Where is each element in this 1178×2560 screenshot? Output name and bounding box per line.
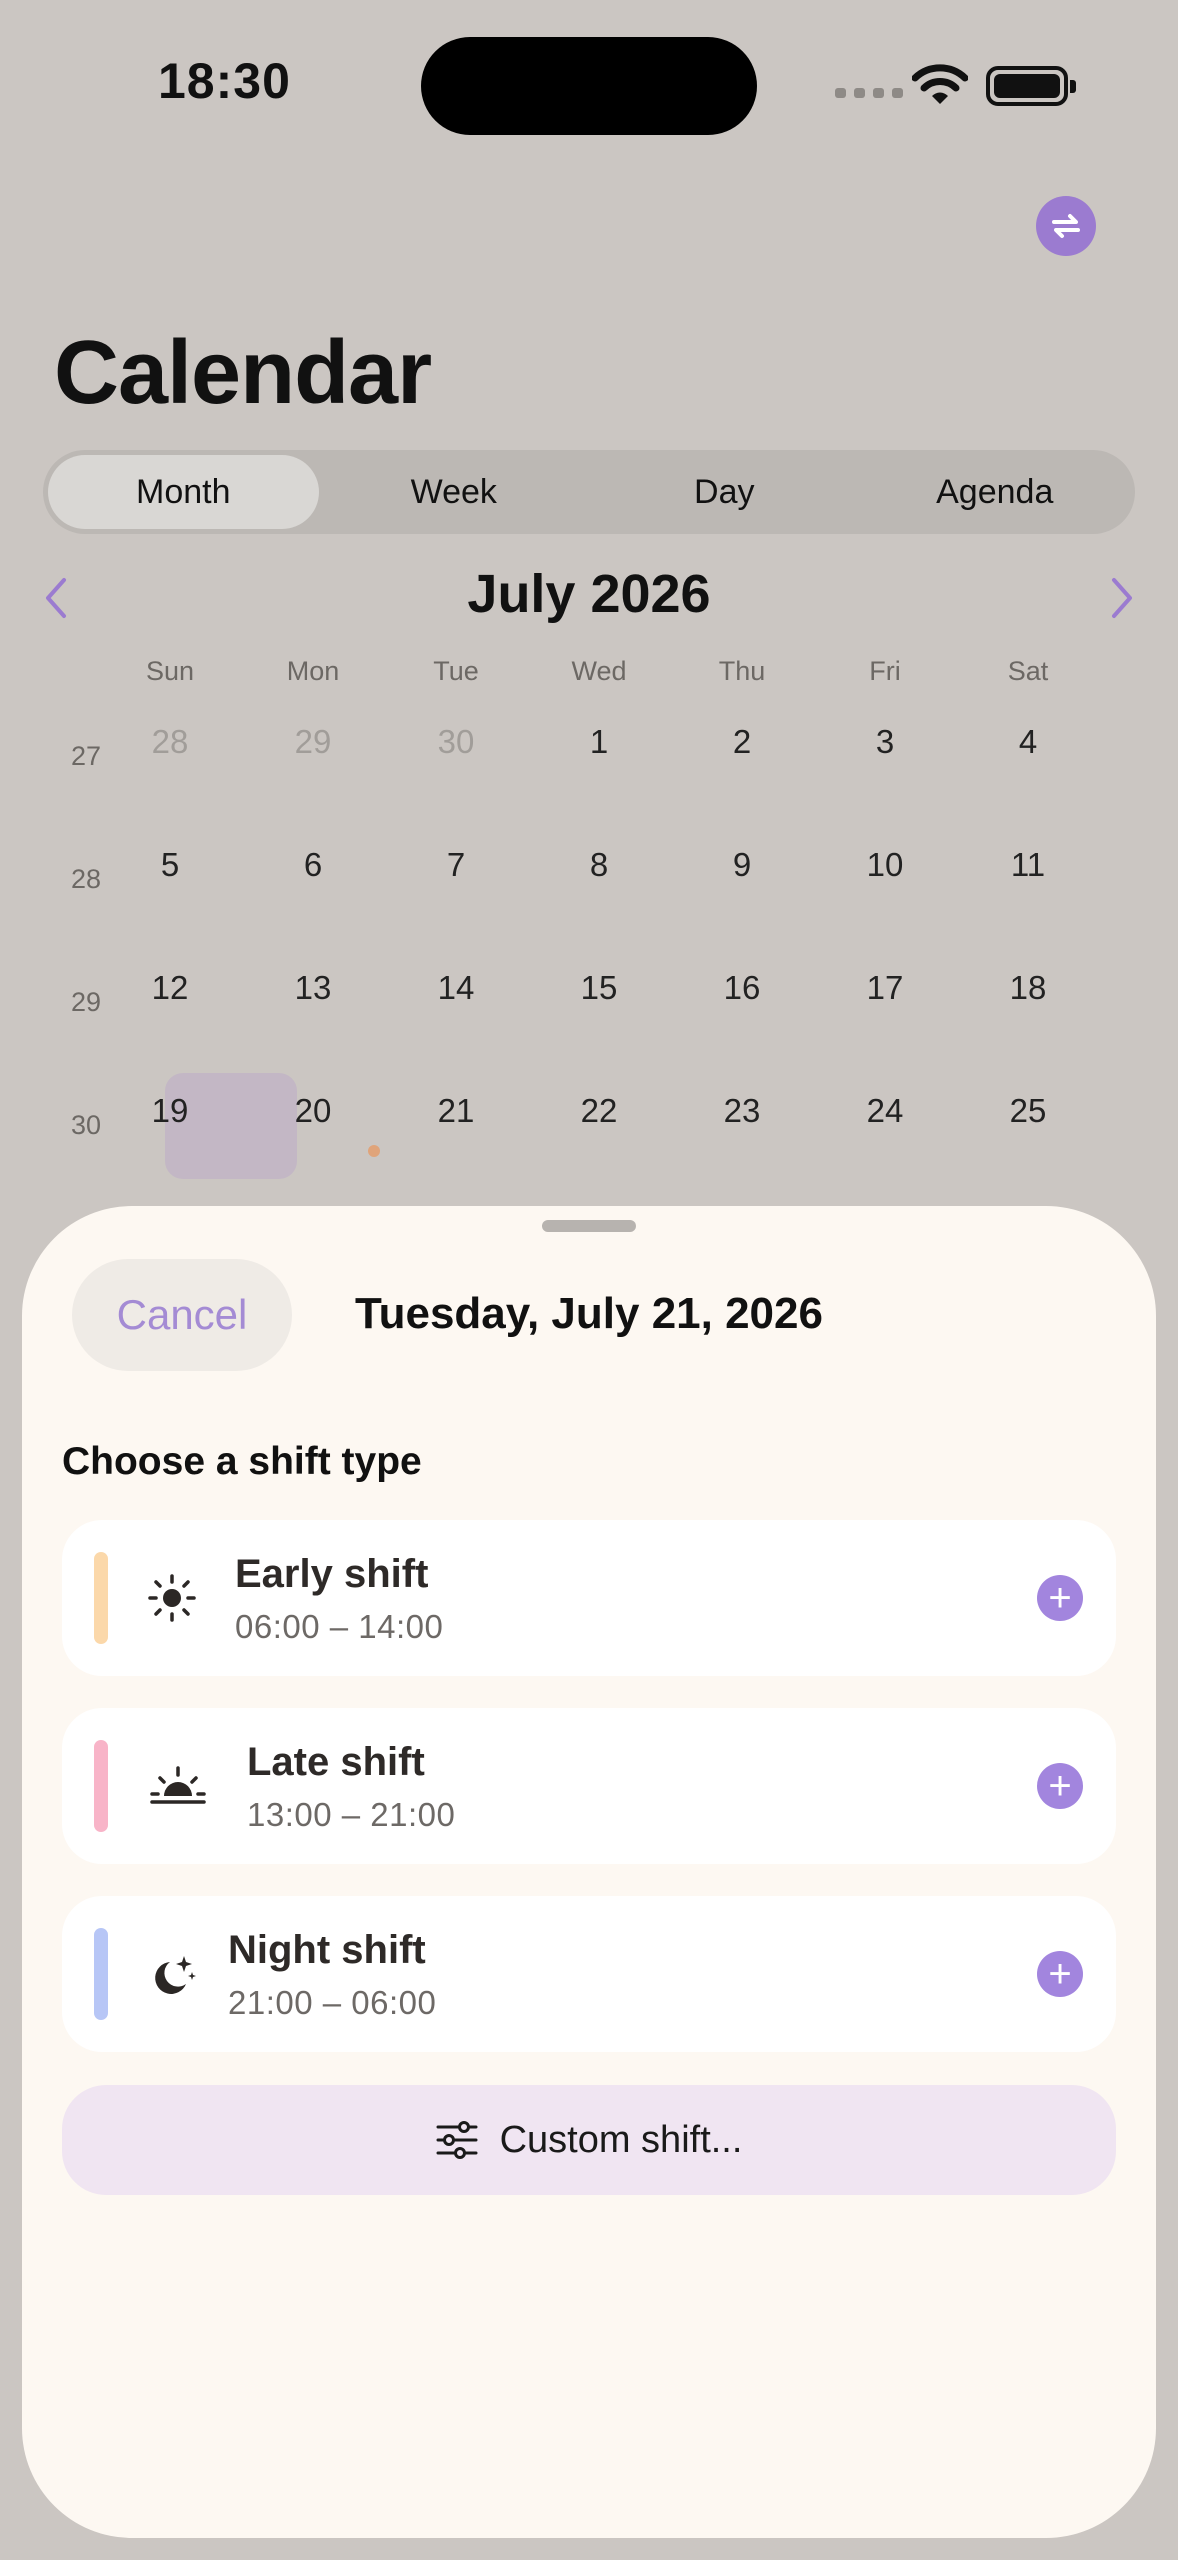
add-early-shift-button[interactable]: + bbox=[1037, 1575, 1083, 1621]
calendar-day[interactable]: 7 bbox=[396, 846, 516, 884]
calendar-day[interactable]: 3 bbox=[825, 723, 945, 761]
calendar-day[interactable]: 28 bbox=[110, 723, 230, 761]
tab-month[interactable]: Month bbox=[48, 455, 319, 529]
shift-card-night[interactable]: Night shift 21:00 – 06:00 + bbox=[62, 1896, 1116, 2052]
calendar-day[interactable]: 15 bbox=[539, 969, 659, 1007]
calendar-day[interactable]: 6 bbox=[253, 846, 373, 884]
calendar-day[interactable]: 17 bbox=[825, 969, 945, 1007]
weekday-header: Fri bbox=[869, 656, 901, 686]
tab-day[interactable]: Day bbox=[589, 455, 860, 529]
shift-color-bar bbox=[94, 1928, 108, 2020]
plus-icon: + bbox=[1048, 1576, 1072, 1620]
shift-time: 21:00 – 06:00 bbox=[228, 1984, 437, 2021]
sliders-icon bbox=[436, 2121, 478, 2159]
calendar-day[interactable]: 2 bbox=[682, 723, 802, 761]
shift-name: Night shift bbox=[228, 1928, 426, 1972]
weekday-header: Sat bbox=[1007, 656, 1049, 686]
weekday-header: Wed bbox=[571, 656, 627, 686]
add-late-shift-button[interactable]: + bbox=[1037, 1763, 1083, 1809]
shift-time: 13:00 – 21:00 bbox=[247, 1796, 456, 1833]
tab-week[interactable]: Week bbox=[319, 455, 590, 529]
sheet-grabber[interactable] bbox=[542, 1220, 636, 1232]
calendar-day[interactable]: 22 bbox=[539, 1092, 659, 1130]
event-dot bbox=[368, 1145, 380, 1157]
shift-color-bar bbox=[94, 1740, 108, 1832]
calendar-day[interactable]: 21 bbox=[396, 1092, 516, 1130]
wifi-icon bbox=[912, 64, 968, 104]
shift-color-bar bbox=[94, 1552, 108, 1644]
calendar-day[interactable]: 25 bbox=[968, 1092, 1088, 1130]
calendar-day[interactable]: 4 bbox=[968, 723, 1088, 761]
cancel-button[interactable]: Cancel bbox=[72, 1259, 292, 1371]
weekday-header: Tue bbox=[433, 656, 479, 686]
calendar-day[interactable]: 11 bbox=[968, 846, 1088, 884]
sunset-icon bbox=[148, 1756, 208, 1816]
calendar-day[interactable]: 23 bbox=[682, 1092, 802, 1130]
shift-name: Late shift bbox=[247, 1740, 425, 1784]
shift-name: Early shift bbox=[235, 1552, 429, 1596]
next-month-icon[interactable] bbox=[1104, 574, 1140, 622]
sync-button[interactable] bbox=[1036, 196, 1096, 256]
shift-time: 06:00 – 14:00 bbox=[235, 1608, 444, 1645]
moon-stars-icon bbox=[142, 1946, 202, 2006]
calendar-day[interactable]: 5 bbox=[110, 846, 230, 884]
calendar-day[interactable]: 24 bbox=[825, 1092, 945, 1130]
plus-icon: + bbox=[1048, 1952, 1072, 1996]
calendar-day[interactable]: 14 bbox=[396, 969, 516, 1007]
custom-shift-button[interactable]: Custom shift... bbox=[62, 2085, 1116, 2195]
add-night-shift-button[interactable]: + bbox=[1037, 1951, 1083, 1997]
shift-picker-sheet bbox=[22, 1206, 1156, 2538]
view-segmented-control: Month Week Day Agenda bbox=[43, 450, 1135, 534]
calendar-day[interactable]: 8 bbox=[539, 846, 659, 884]
calendar-day[interactable]: 16 bbox=[682, 969, 802, 1007]
calendar-day[interactable]: 12 bbox=[110, 969, 230, 1007]
sync-icon bbox=[1052, 214, 1080, 238]
weekday-header: Mon bbox=[286, 656, 340, 686]
calendar-day[interactable]: 9 bbox=[682, 846, 802, 884]
battery-icon bbox=[986, 66, 1076, 106]
calendar-day[interactable]: 30 bbox=[396, 723, 516, 761]
shift-card-early[interactable]: Early shift 06:00 – 14:00 + bbox=[62, 1520, 1116, 1676]
dynamic-island bbox=[421, 37, 757, 135]
calendar-day[interactable]: 13 bbox=[253, 969, 373, 1007]
calendar-day[interactable]: 20 bbox=[253, 1092, 373, 1130]
month-title: July 2026 bbox=[467, 564, 711, 624]
cellular-signal-icon bbox=[835, 88, 903, 98]
calendar-day[interactable]: 10 bbox=[825, 846, 945, 884]
weekday-header: Sun bbox=[145, 656, 195, 686]
sun-icon bbox=[142, 1568, 202, 1628]
weekday-header: Thu bbox=[718, 656, 766, 686]
calendar-day[interactable]: 29 bbox=[253, 723, 373, 761]
calendar-day[interactable]: 18 bbox=[968, 969, 1088, 1007]
section-title: Choose a shift type bbox=[62, 1440, 422, 1483]
sheet-date-title: Tuesday, July 21, 2026 bbox=[355, 1289, 823, 1338]
plus-icon: + bbox=[1048, 1764, 1072, 1808]
shift-card-late[interactable]: Late shift 13:00 – 21:00 + bbox=[62, 1708, 1116, 1864]
calendar-day[interactable]: 1 bbox=[539, 723, 659, 761]
page-title: Calendar bbox=[54, 323, 432, 423]
status-time: 18:30 bbox=[158, 53, 291, 109]
tab-agenda[interactable]: Agenda bbox=[860, 455, 1131, 529]
custom-shift-label: Custom shift... bbox=[499, 2118, 743, 2161]
calendar-day[interactable]: 19 bbox=[110, 1092, 230, 1130]
